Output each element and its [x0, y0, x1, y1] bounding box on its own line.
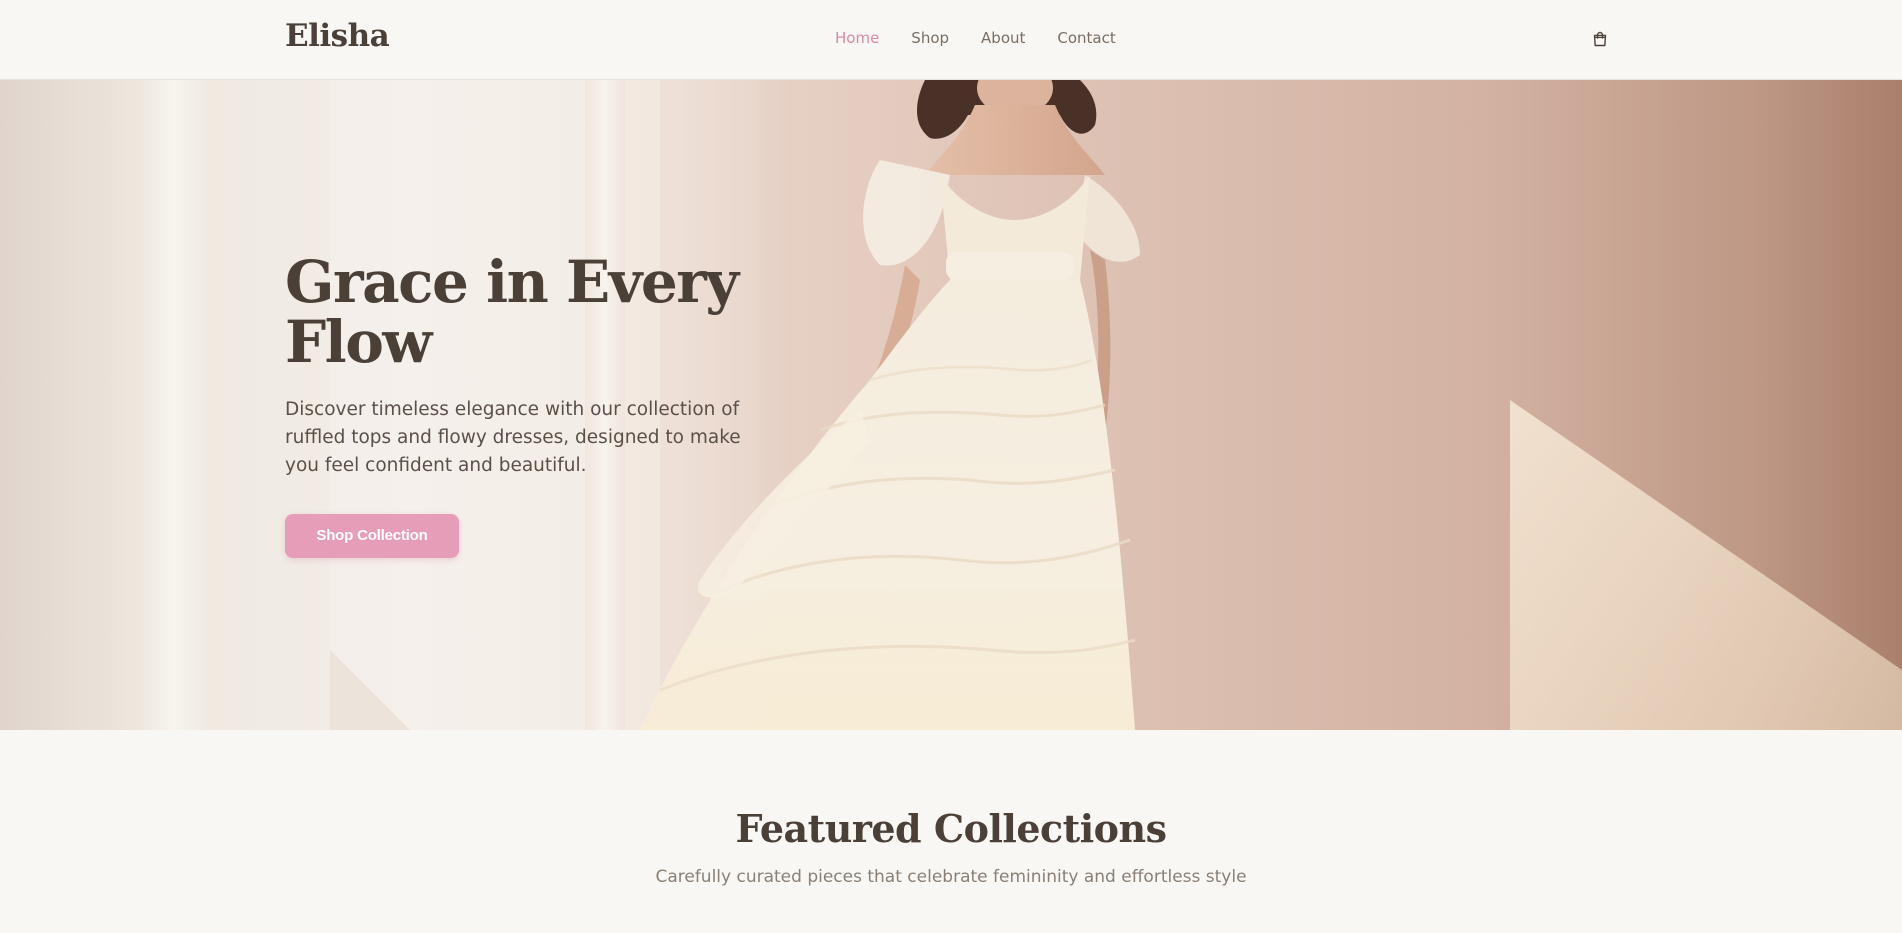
hero-content: Grace in Every Flow Discover timeless el… — [285, 252, 755, 558]
featured-title: Featured Collections — [735, 806, 1167, 851]
featured-collections-section: Featured Collections Carefully curated p… — [0, 730, 1902, 933]
nav-link-about[interactable]: About — [981, 29, 1025, 47]
shopping-bag-icon — [1593, 31, 1607, 47]
hero-title-line1: Grace in Every — [285, 248, 739, 316]
nav-link-contact[interactable]: Contact — [1057, 29, 1115, 47]
logo[interactable]: Elisha — [285, 18, 390, 54]
main-nav: Home Shop About Contact — [835, 29, 1116, 47]
nav-link-shop[interactable]: Shop — [911, 29, 949, 47]
hero-title: Grace in Every Flow — [285, 252, 755, 372]
shop-collection-button[interactable]: Shop Collection — [285, 514, 459, 558]
site-header: Elisha Home Shop About Contact — [0, 0, 1902, 80]
nav-link-home[interactable]: Home — [835, 29, 879, 47]
hero-section: Grace in Every Flow Discover timeless el… — [0, 80, 1902, 730]
cart-button[interactable] — [1591, 30, 1609, 48]
hero-subtitle: Discover timeless elegance with our coll… — [285, 399, 741, 476]
hero-title-line2: Flow — [285, 308, 432, 376]
featured-subtitle: Carefully curated pieces that celebrate … — [655, 867, 1247, 887]
